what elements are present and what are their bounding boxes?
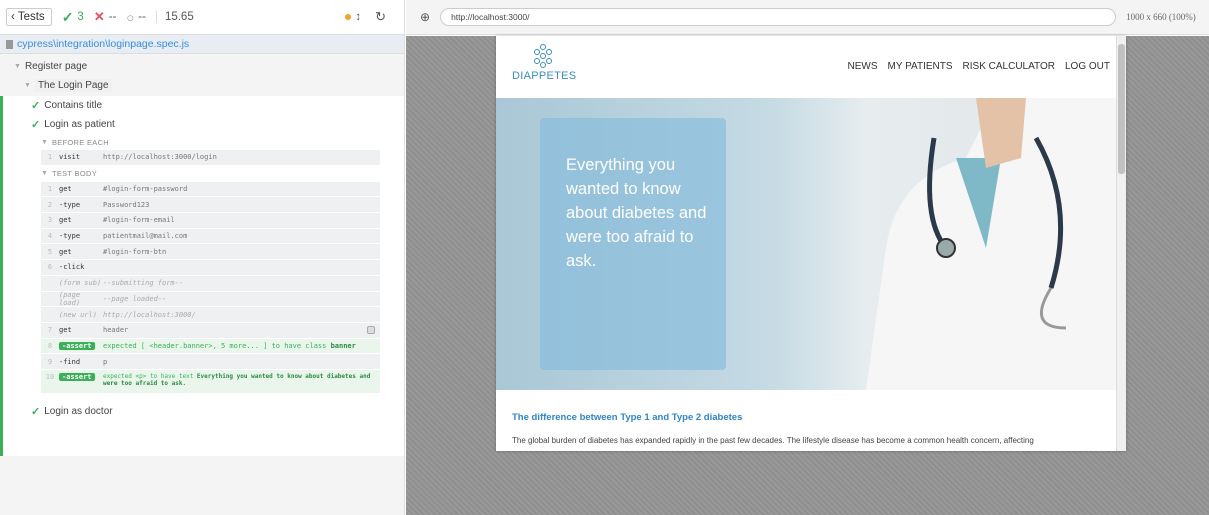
command-row[interactable]: 1 get #login-form-password <box>41 181 380 198</box>
pending-count: -- <box>138 11 146 23</box>
site-menu: NEWS MY PATIENTS RISK CALCULATOR LOG OUT <box>848 61 1110 82</box>
tests-list: ✓ Contains title ✓ Login as patient ▼ BE… <box>0 96 404 456</box>
file-icon <box>6 39 13 49</box>
status-dot-icon <box>345 14 352 20</box>
tests-label: Tests <box>17 11 45 23</box>
frame-scrollbar[interactable] <box>1116 36 1126 451</box>
url-bar[interactable]: http://localhost:3000/ <box>440 8 1117 26</box>
hero-banner: Everything you wanted to know about diab… <box>496 98 1116 390</box>
selector-playground-icon[interactable]: ⊕ <box>420 10 430 24</box>
cross-icon: ✕ <box>93 9 105 24</box>
assert-badge: -assert <box>59 341 95 350</box>
site-header: DIAPPETES NEWS MY PATIENTS RISK CALCULAT… <box>496 36 1126 98</box>
viewport-info[interactable]: 1000 x 660 (100%) <box>1126 12 1196 22</box>
chevron-left-icon: ‹ <box>11 11 15 23</box>
article: The difference between Type 1 and Type 2… <box>512 412 1102 446</box>
test-row[interactable]: ✓ Contains title <box>3 96 404 115</box>
test-title: Login as patient <box>44 119 115 130</box>
app-frame: DIAPPETES NEWS MY PATIENTS RISK CALCULAT… <box>496 36 1126 451</box>
site-logo[interactable]: DIAPPETES <box>512 44 576 82</box>
article-text: The global burden of diabetes has expand… <box>512 436 1034 445</box>
caret-down-icon: ▼ <box>24 82 31 89</box>
failed-stat: ✕ -- <box>94 9 117 25</box>
subsuite-title: The Login Page <box>34 79 112 92</box>
failed-count: -- <box>108 11 117 23</box>
spec-file-bar[interactable]: cypress\integration\loginpage.spec.js <box>0 35 404 54</box>
caret-down-icon: ▼ <box>41 170 48 178</box>
command-row[interactable]: 6 -click <box>41 260 380 276</box>
before-each-commands: 1 visit http://localhost:3000/login <box>3 150 404 166</box>
hero-text: Everything you wanted to know about diab… <box>566 156 707 270</box>
aut-header: ⊕ http://localhost:3000/ 1000 x 660 (100… <box>406 0 1209 35</box>
assert-badge: -assert <box>59 372 95 381</box>
tests-button[interactable]: ‹ Tests <box>6 8 52 26</box>
duration: 15.65 <box>155 11 194 23</box>
menu-risk-calculator[interactable]: RISK CALCULATOR <box>963 61 1055 72</box>
pin-icon[interactable] <box>367 326 375 335</box>
pending-stat: ○ -- <box>126 10 146 25</box>
logo-dots-icon <box>534 44 552 68</box>
test-body-header[interactable]: ▼ TEST BODY <box>3 166 404 182</box>
reporter-panel: ‹ Tests ✓ 3 ✕ -- ○ -- 15.65 ↕ ↻ cypress\… <box>0 0 405 515</box>
command-row[interactable]: 4 -type patientmail@mail.com <box>41 228 380 245</box>
event-row[interactable]: (new url) http://localhost:3000/ <box>41 307 380 323</box>
subsuite-row[interactable]: ▼ The Login Page <box>0 76 404 95</box>
suite-title: Register page <box>24 61 88 72</box>
command-row[interactable]: 5 get #login-form-btn <box>41 244 380 261</box>
event-row[interactable]: (page load) --page loaded-- <box>41 291 380 308</box>
test-title: Login as doctor <box>44 405 113 417</box>
passed-count: 3 <box>77 11 84 23</box>
restart-icon[interactable]: ↻ <box>375 9 386 25</box>
check-icon: ✓ <box>31 405 41 418</box>
test-row[interactable]: ✓ Login as doctor <box>3 402 404 421</box>
runnables: ▼ Register page ▼ The Login Page <box>0 54 404 95</box>
menu-log-out[interactable]: LOG OUT <box>1065 61 1110 72</box>
suite-row[interactable]: ▼ Register page <box>0 57 404 76</box>
event-row[interactable]: (form sub) --submitting form-- <box>41 275 380 292</box>
menu-news[interactable]: NEWS <box>848 61 878 72</box>
scrollbar-thumb[interactable] <box>1118 44 1125 174</box>
test-title: Contains title <box>44 100 103 111</box>
test-body-commands: 1 get #login-form-password 2 -type Password1… <box>3 181 404 394</box>
assert-row[interactable]: 10 -assert expected <p> to have text Eve… <box>41 369 380 394</box>
before-each-header[interactable]: ▼ BEFORE EACH <box>3 134 404 150</box>
auto-scroll-toggle[interactable]: ↕ <box>345 11 361 23</box>
command-row[interactable]: 3 get #login-form-email <box>41 213 380 229</box>
caret-down-icon: ▼ <box>41 138 48 146</box>
article-title[interactable]: The difference between Type 1 and Type 2… <box>512 412 1102 423</box>
command-row[interactable]: 2 -type Password123 <box>41 197 380 214</box>
command-row[interactable]: 1 visit http://localhost:3000/login <box>41 150 380 166</box>
doctor-image <box>866 98 1116 390</box>
spec-path: cypress\integration\loginpage.spec.js <box>17 38 190 50</box>
reporter-controls: ↕ ↻ <box>345 9 404 25</box>
passed-stat: ✓ 3 <box>62 9 84 26</box>
command-row[interactable]: 7 get header <box>41 322 380 339</box>
assert-row[interactable]: 8 -assert expected [ <header.banner>, 5 … <box>41 338 380 355</box>
reporter-header: ‹ Tests ✓ 3 ✕ -- ○ -- 15.65 ↕ ↻ <box>0 0 404 35</box>
command-row[interactable]: 9 -find p <box>41 354 380 370</box>
check-icon: ✓ <box>31 119 41 131</box>
caret-down-icon: ▼ <box>14 63 21 70</box>
test-row[interactable]: ✓ Login as patient <box>3 115 404 134</box>
scroll-arrows-icon: ↕ <box>355 11 362 23</box>
check-icon: ✓ <box>61 8 74 25</box>
check-icon: ✓ <box>31 100 41 112</box>
menu-my-patients[interactable]: MY PATIENTS <box>888 61 953 72</box>
logo-text: DIAPPETES <box>512 70 577 82</box>
url-text: http://localhost:3000/ <box>451 12 530 22</box>
circle-icon: ○ <box>126 9 135 25</box>
